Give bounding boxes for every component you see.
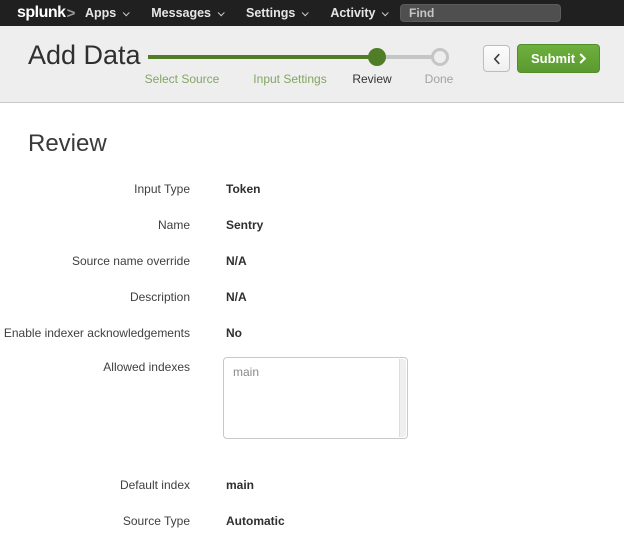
field-value: N/A — [226, 289, 247, 305]
review-field-row: Enable indexer acknowledgements No — [0, 325, 624, 341]
field-label: Description — [0, 289, 190, 305]
field-label: Source name override — [0, 253, 190, 269]
page-title: Add Data — [28, 40, 141, 70]
review-field-row: Default index main — [0, 477, 624, 493]
step-label-done: Done — [425, 72, 454, 86]
nav-menu-label: Activity — [330, 6, 375, 20]
field-label: Enable indexer acknowledgements — [0, 325, 190, 341]
nav-menu-settings[interactable]: Settings — [246, 6, 307, 20]
allowed-indexes-textarea[interactable]: main — [223, 357, 408, 439]
field-value: Automatic — [226, 513, 285, 529]
allowed-indexes-value: main — [224, 358, 407, 387]
nav-menu-apps[interactable]: Apps — [85, 6, 128, 20]
step-label-select-source: Select Source — [145, 72, 220, 86]
splunk-logo-text: splunk — [17, 4, 66, 22]
chevron-down-icon — [382, 9, 389, 16]
chevron-down-icon — [302, 9, 309, 16]
nav-menu-activity[interactable]: Activity — [330, 6, 387, 20]
nav-menu-label: Settings — [246, 6, 295, 20]
field-label: Name — [0, 217, 190, 233]
review-field-row: Allowed indexes main — [0, 357, 624, 439]
textarea-scrollbar[interactable] — [399, 359, 406, 437]
add-data-header: Add Data Select Source Input Settings Revi… — [0, 26, 624, 103]
splunk-spark-icon: > — [67, 5, 76, 22]
step-label-review: Review — [352, 72, 391, 86]
review-field-row: Description N/A — [0, 289, 624, 305]
field-value: main — [226, 477, 254, 493]
back-button[interactable] — [483, 45, 510, 72]
field-value: Sentry — [226, 217, 263, 233]
progress-bar-completed — [148, 55, 377, 59]
field-label: Input Type — [0, 181, 190, 197]
find-search-input[interactable] — [400, 4, 561, 22]
nav-menu-label: Messages — [151, 6, 211, 20]
field-label: Allowed indexes — [0, 357, 190, 439]
field-value: Token — [226, 181, 260, 197]
submit-button-label: Submit — [531, 51, 575, 66]
field-value: N/A — [226, 253, 247, 269]
review-field-row: Source name override N/A — [0, 253, 624, 269]
nav-menu-messages[interactable]: Messages — [151, 6, 223, 20]
splunk-logo[interactable]: splunk > — [17, 0, 75, 26]
review-field-row: Input Type Token — [0, 181, 624, 197]
review-field-row: Source Type Automatic — [0, 513, 624, 529]
review-field-row: Name Sentry — [0, 217, 624, 233]
field-label: Default index — [0, 477, 190, 493]
nav-menu-label: Apps — [85, 6, 116, 20]
top-navbar: splunk > Apps Messages Settings Activity — [0, 0, 624, 26]
chevron-left-icon — [493, 53, 501, 65]
chevron-down-icon — [218, 9, 225, 16]
chevron-right-icon — [579, 53, 586, 64]
nav-menus: Apps Messages Settings Activity — [85, 0, 387, 26]
review-fields: Input Type Token Name Sentry Source name ove… — [0, 181, 624, 529]
review-heading: Review — [28, 130, 624, 158]
chevron-down-icon — [123, 9, 130, 16]
step-label-input-settings: Input Settings — [253, 72, 326, 86]
progress-circle-upcoming-step — [431, 48, 449, 66]
review-panel: Review Input Type Token Name Sentry Source n… — [0, 103, 624, 529]
field-value: No — [226, 325, 242, 341]
submit-button[interactable]: Submit — [517, 44, 600, 73]
progress-dot-current-step — [368, 48, 386, 66]
field-label: Source Type — [0, 513, 190, 529]
